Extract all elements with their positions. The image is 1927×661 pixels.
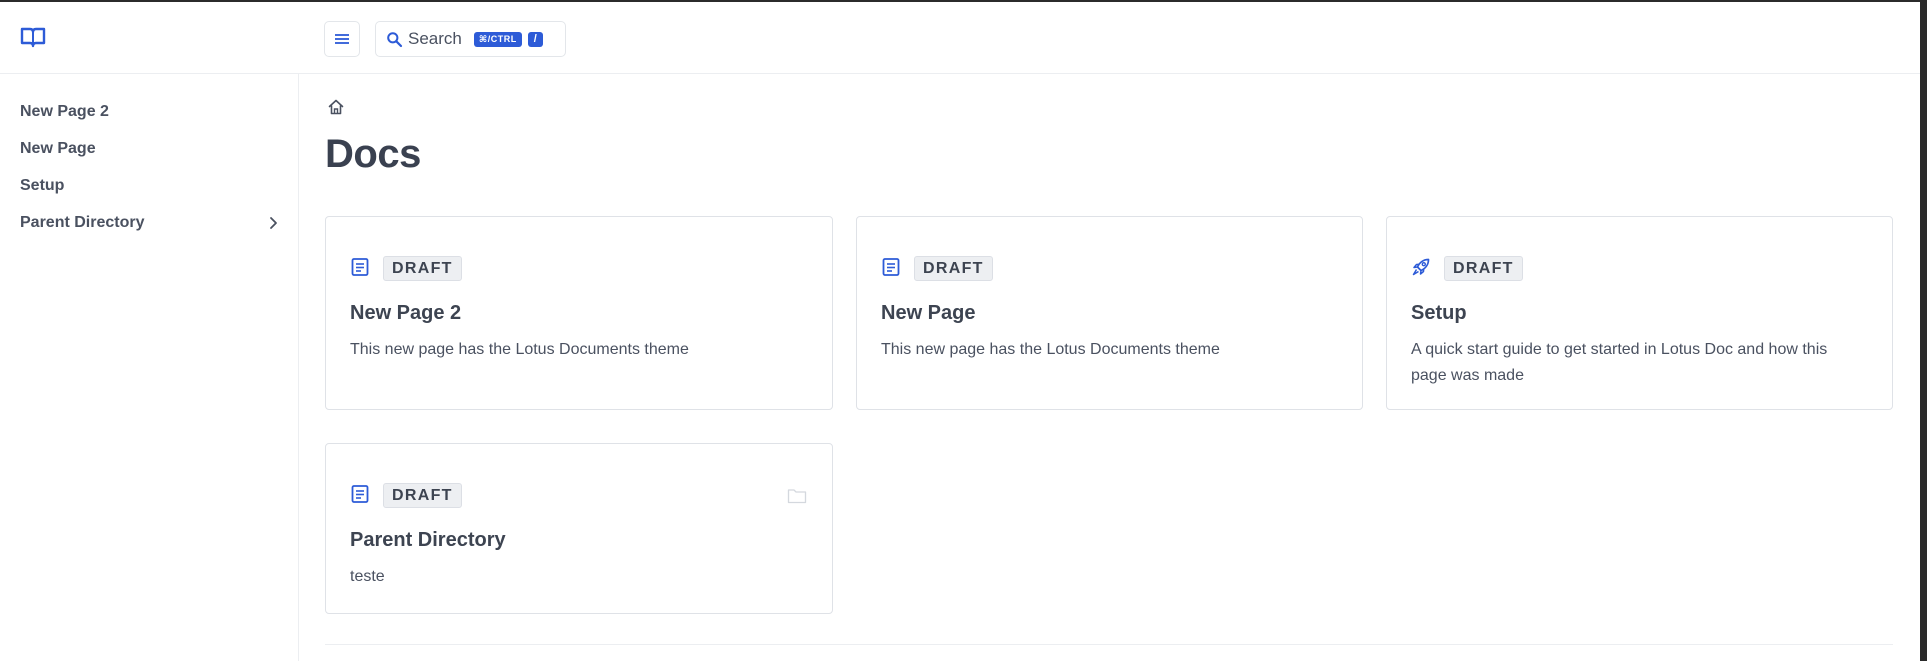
card-title: New Page <box>881 302 976 324</box>
card-title: New Page 2 <box>350 302 462 324</box>
card-title: Parent Directory <box>350 529 506 551</box>
status-badge: DRAFT <box>383 483 462 508</box>
status-badge: DRAFT <box>383 256 462 281</box>
sidebar-item-label: New Page 2 <box>20 103 109 120</box>
book-open-icon[interactable] <box>20 26 46 48</box>
search-icon <box>387 31 403 47</box>
doc-card-setup[interactable]: DRAFT Setup A quick start guide to get s… <box>1386 216 1893 410</box>
top-header: Search ⌘/CTRL / <box>0 2 1920 74</box>
sidebar-item-label: Parent Directory <box>20 214 145 231</box>
rocket-icon <box>1412 258 1430 276</box>
sidebar-item-parent-directory[interactable]: Parent Directory <box>20 211 280 235</box>
card-description: This new page has the Lotus Documents th… <box>350 341 689 358</box>
menu-button[interactable] <box>324 21 360 57</box>
shortcut-modifier-badge: ⌘/CTRL <box>473 31 522 47</box>
status-badge: DRAFT <box>914 256 993 281</box>
status-badge: DRAFT <box>1444 256 1523 281</box>
window-edge <box>1920 0 1927 661</box>
app-window: Search ⌘/CTRL / New Page 2 New Page Setu… <box>0 2 1920 661</box>
shortcut-key-badge: / <box>527 31 544 47</box>
sidebar-item-new-page[interactable]: New Page <box>20 137 280 161</box>
search-label: Search <box>408 29 462 48</box>
sidebar: New Page 2 New Page Setup Parent Directo… <box>0 74 299 661</box>
sidebar-item-label: New Page <box>20 140 96 157</box>
chevron-right-icon[interactable] <box>266 216 280 230</box>
hamburger-menu-icon <box>335 34 349 44</box>
doc-card-new-page-2[interactable]: DRAFT New Page 2 This new page has the L… <box>325 216 833 410</box>
sidebar-item-setup[interactable]: Setup <box>20 174 280 198</box>
sidebar-item-label: Setup <box>20 177 65 194</box>
divider <box>325 644 1893 645</box>
doc-card-new-page[interactable]: DRAFT New Page This new page has the Lot… <box>856 216 1363 410</box>
card-title: Setup <box>1411 302 1467 324</box>
card-description: This new page has the Lotus Documents th… <box>881 341 1220 358</box>
document-icon <box>351 258 369 276</box>
folder-icon <box>787 489 807 504</box>
card-description: A quick start guide to get started in Lo… <box>1411 341 1828 384</box>
search-button[interactable]: Search ⌘/CTRL / <box>375 21 566 57</box>
card-description: teste <box>350 568 385 585</box>
document-icon <box>882 258 900 276</box>
home-icon[interactable] <box>327 98 345 116</box>
document-icon <box>351 485 369 503</box>
doc-card-parent-directory[interactable]: DRAFT Parent Directory teste <box>325 443 833 614</box>
sidebar-item-new-page-2[interactable]: New Page 2 <box>20 100 280 124</box>
page-title: Docs <box>325 132 421 176</box>
